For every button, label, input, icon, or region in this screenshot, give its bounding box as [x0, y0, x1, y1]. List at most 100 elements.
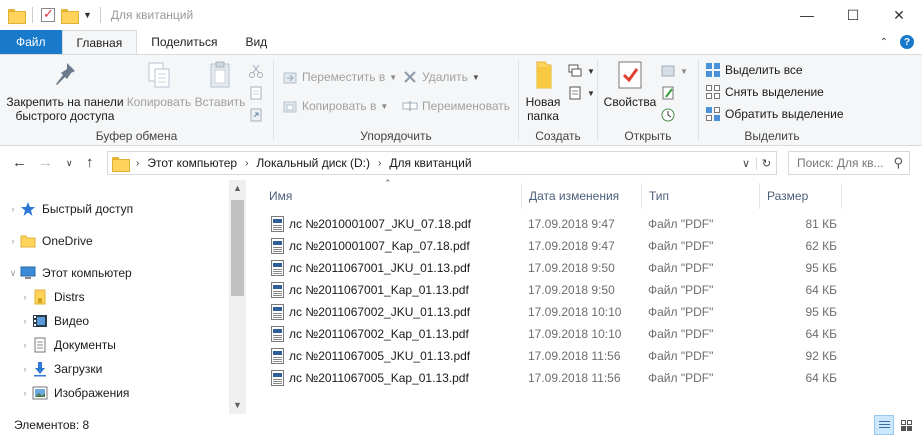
tree-item-documents[interactable]: › Документы — [18, 333, 116, 357]
tab-share[interactable]: Поделиться — [137, 30, 231, 54]
file-date: 17.09.2018 11:56 — [528, 371, 621, 385]
breadcrumb-drive-d[interactable]: Локальный диск (D:) — [256, 156, 370, 170]
tree-item-quick-access[interactable]: › Быстрый доступ — [6, 197, 133, 221]
rename-button[interactable]: Переименовать — [402, 96, 510, 116]
collapse-icon[interactable]: ∨ — [6, 268, 20, 279]
close-button[interactable]: ✕ — [876, 0, 922, 30]
move-to-icon — [282, 69, 298, 85]
file-name: лс №2011067002_JKU_01.13.pdf — [289, 305, 471, 319]
deselect-button[interactable]: Снять выделение — [705, 82, 824, 102]
file-date: 17.09.2018 11:56 — [528, 349, 621, 363]
copy-path-button[interactable] — [248, 83, 264, 103]
new-folder-button[interactable]: Новая папка — [523, 59, 563, 123]
paste-button[interactable]: Вставить — [192, 59, 248, 109]
address-dropdown-icon[interactable]: ∨ — [736, 157, 756, 170]
minimize-button[interactable]: — — [784, 0, 830, 30]
tree-item-distrs[interactable]: › Distrs — [18, 285, 85, 309]
customize-toolbar-icon[interactable]: ▼ — [83, 10, 92, 20]
video-icon — [32, 313, 48, 329]
file-row[interactable]: лс №2010001007_JKU_07.18.pdf 17.09.2018 9… — [267, 213, 845, 235]
file-row[interactable]: лс №2011067005_JKU_01.13.pdf 17.09.2018 1… — [267, 345, 845, 367]
tree-item-onedrive[interactable]: › OneDrive — [6, 229, 93, 253]
scroll-down-icon[interactable]: ▼ — [229, 397, 246, 414]
quick-access-toolbar: ▼ — [0, 0, 103, 30]
maximize-button[interactable]: ☐ — [830, 0, 876, 30]
history-button[interactable] — [660, 105, 676, 125]
pin-icon — [49, 59, 81, 91]
navigation-pane-scrollbar[interactable]: ▲ ▼ — [229, 180, 246, 414]
expand-icon[interactable]: › — [18, 316, 32, 326]
collapse-ribbon-icon[interactable]: ⌃ — [880, 37, 888, 48]
expand-icon[interactable]: › — [18, 340, 32, 350]
tab-home[interactable]: Главная — [61, 30, 138, 54]
tab-view[interactable]: Вид — [231, 30, 281, 54]
new-item-icon — [567, 63, 583, 79]
refresh-icon[interactable]: ↻ — [756, 156, 776, 170]
breadcrumb-this-pc[interactable]: Этот компьютер — [147, 156, 237, 170]
column-header-date[interactable]: Дата изменения — [522, 183, 642, 209]
pin-label: Закрепить на панели быстрого доступа — [6, 95, 124, 123]
column-header-type[interactable]: Тип — [642, 183, 760, 209]
move-to-button[interactable]: Переместить в ▼ — [282, 67, 397, 87]
file-row[interactable]: лс №2010001007_Kap_07.18.pdf 17.09.2018 9… — [267, 235, 845, 257]
tree-item-video[interactable]: › Видео — [18, 309, 90, 333]
search-icon[interactable]: ⚲ — [893, 155, 903, 171]
file-size: 95 КБ — [805, 261, 837, 275]
expand-icon[interactable]: › — [6, 236, 20, 246]
breadcrumb-current-folder[interactable]: Для квитанций — [389, 156, 471, 170]
copy-to-button[interactable]: Копировать в ▼ — [282, 96, 388, 116]
invert-selection-icon — [705, 106, 721, 122]
expand-icon[interactable]: › — [18, 364, 32, 374]
details-view-button[interactable] — [874, 415, 894, 435]
file-type: Файл "PDF" — [648, 371, 714, 385]
delete-button[interactable]: Удалить ▼ — [402, 67, 480, 87]
address-bar[interactable]: › Этот компьютер › Локальный диск (D:) ›… — [107, 151, 777, 175]
properties-button[interactable]: Свойства — [604, 59, 656, 109]
cut-button[interactable] — [248, 61, 264, 81]
documents-icon — [32, 337, 48, 353]
open-button[interactable]: ▼ — [660, 61, 688, 81]
breadcrumb-separator-icon[interactable]: › — [136, 158, 139, 169]
expand-icon[interactable]: › — [6, 204, 20, 214]
pin-quick-access-button[interactable]: Закрепить на панели быстрого доступа — [4, 59, 126, 123]
file-row[interactable]: лс №2011067002_JKU_01.13.pdf 17.09.2018 1… — [267, 301, 845, 323]
edit-button[interactable] — [660, 83, 676, 103]
large-icons-view-button[interactable] — [896, 415, 916, 435]
new-folder-icon[interactable] — [61, 8, 79, 24]
column-header-size[interactable]: Размер — [760, 183, 842, 209]
recent-locations-icon[interactable]: ∨ — [66, 158, 73, 169]
breadcrumb-separator-icon[interactable]: › — [378, 158, 381, 169]
expand-icon[interactable]: › — [18, 388, 32, 398]
new-folder-label: Новая папка — [525, 95, 561, 123]
new-item-button[interactable]: ▼ — [567, 61, 595, 81]
scroll-up-icon[interactable]: ▲ — [229, 180, 246, 197]
properties-icon[interactable] — [41, 6, 55, 22]
column-header-name[interactable]: Имя — [262, 183, 522, 209]
tree-item-this-pc[interactable]: ∨ Этот компьютер — [6, 261, 132, 285]
copy-button[interactable]: Копировать — [124, 59, 194, 109]
select-all-button[interactable]: Выделить все — [705, 60, 803, 80]
easy-access-button[interactable]: ▼ — [567, 83, 595, 103]
invert-selection-button[interactable]: Обратить выделение — [705, 104, 844, 124]
folder-icon — [32, 289, 48, 305]
back-arrow-icon[interactable]: ← — [12, 154, 27, 171]
paste-shortcut-button[interactable] — [248, 105, 264, 125]
help-icon[interactable]: ? — [900, 35, 914, 49]
file-row[interactable]: лс №2011067001_JKU_01.13.pdf 17.09.2018 9… — [267, 257, 845, 279]
tree-item-pictures[interactable]: › Изображения — [18, 381, 130, 405]
pdf-file-icon — [271, 282, 284, 298]
scrollbar-thumb[interactable] — [231, 200, 244, 296]
up-arrow-icon[interactable]: ↑ — [86, 154, 94, 171]
breadcrumb-separator-icon[interactable]: › — [245, 158, 248, 169]
file-row[interactable]: лс №2011067001_Kap_01.13.pdf 17.09.2018 9… — [267, 279, 845, 301]
copy-to-label: Копировать в — [302, 99, 377, 113]
computer-icon — [20, 265, 36, 281]
file-row[interactable]: лс №2011067005_Kap_01.13.pdf 17.09.2018 1… — [267, 367, 845, 389]
expand-icon[interactable]: › — [18, 292, 32, 302]
search-input[interactable]: Поиск: Для кв... ⚲ — [788, 151, 910, 175]
paste-icon — [204, 59, 236, 91]
tree-item-downloads[interactable]: › Загрузки — [18, 357, 102, 381]
file-row[interactable]: лс №2011067002_Kap_01.13.pdf 17.09.2018 1… — [267, 323, 845, 345]
forward-arrow-icon[interactable]: → — [38, 154, 53, 171]
tab-file[interactable]: Файл — [0, 30, 62, 54]
